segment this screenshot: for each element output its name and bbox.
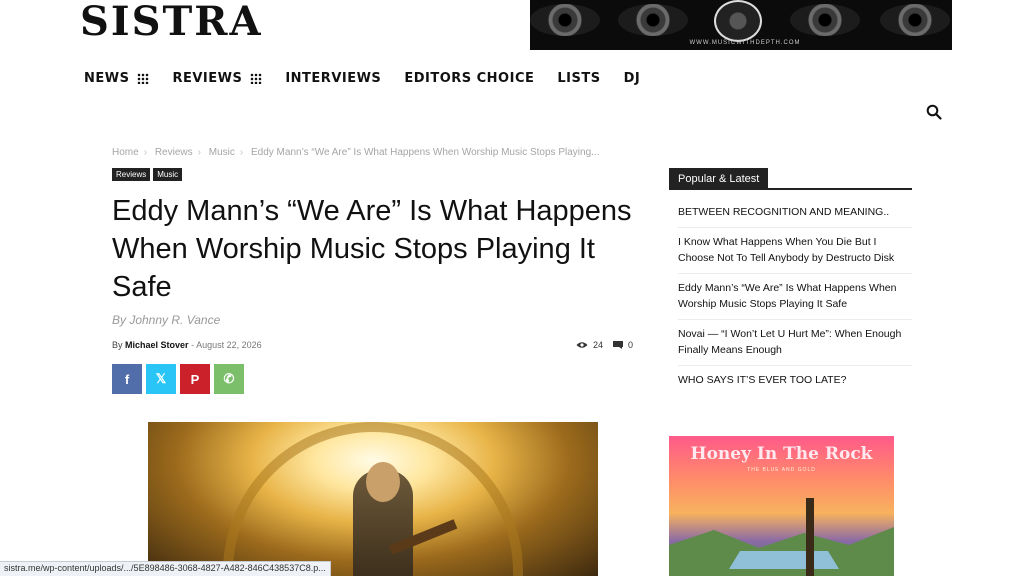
nav-interviews-label: INTERVIEWS [285,71,382,86]
whatsapp-icon: ✆ [223,371,235,386]
eye-image [880,4,950,36]
article-date: August 22, 2026 [196,340,262,350]
grid-menu-icon [250,73,263,84]
hero-head [366,462,400,502]
nav-lists-label: LISTS [557,71,601,86]
popular-item[interactable]: Novai — “I Won’t Let U Hurt Me”: When En… [678,320,912,366]
banner-url: WWW.MUSICWITHDEPTH.COM [689,40,801,46]
popular-latest-heading: Popular & Latest [669,168,912,190]
search-icon[interactable] [926,104,942,120]
breadcrumb-separator: › [239,147,244,158]
breadcrumb-current: Eddy Mann’s “We Are” Is What Happens Whe… [250,147,600,158]
popular-latest-label: Popular & Latest [669,168,769,190]
x-share-button[interactable]: 𝕏 [146,364,176,394]
popular-item[interactable]: WHO SAYS IT’S EVER TOO LATE? [678,366,912,395]
eye-icon [576,342,588,348]
ad-title: Honey In The Rock [690,444,873,464]
nav-reviews-label: REVIEWS [172,71,243,86]
tag-reviews[interactable]: Reviews [112,168,151,181]
pinterest-share-button[interactable]: P [180,364,210,394]
comment-icon [613,341,624,349]
x-icon: 𝕏 [155,371,167,386]
link-status-bar: sistra.me/wp-content/uploads/.../5E89848… [0,561,331,576]
article-byline: By Johnny R. Vance [112,313,221,327]
breadcrumb-separator: › [143,147,148,158]
author-link[interactable]: Michael Stover [125,340,189,350]
eye-image [790,4,860,36]
nav-reviews[interactable]: REVIEWS [172,71,263,86]
ad-guitar-neck [806,498,814,576]
popular-list: BETWEEN RECOGNITION AND MEANING.. I Know… [678,198,912,395]
article-title: Eddy Mann’s “We Are” Is What Happens Whe… [112,195,632,303]
nav-editors-choice[interactable]: EDITORS CHOICE [404,71,534,86]
article-hero-image[interactable] [148,422,598,576]
nav-editors-choice-label: EDITORS CHOICE [404,71,535,86]
facebook-share-button[interactable]: f [112,364,142,394]
article-stats: 24 0 [576,340,633,350]
share-buttons: f 𝕏 P ✆ [112,364,244,394]
grid-menu-icon [137,73,150,84]
article-meta: By Michael Stover - August 22, 2026 [112,340,262,350]
nav-dj[interactable]: DJ [624,71,641,86]
by-prefix: By [112,340,123,350]
nav-interviews[interactable]: INTERVIEWS [285,71,381,86]
popular-item[interactable]: BETWEEN RECOGNITION AND MEANING.. [678,198,912,228]
eye-image [530,4,600,36]
nav-news[interactable]: NEWS [84,71,150,86]
tag-music[interactable]: Music [153,168,183,181]
ad-river [729,551,839,569]
ad-subtitle: THE BLUE AND GOLD [747,467,816,473]
breadcrumb-music[interactable]: Music [209,147,235,158]
whatsapp-share-button[interactable]: ✆ [214,364,244,394]
views-count: 24 [576,340,603,350]
nav-lists[interactable]: LISTS [557,71,600,86]
eye-image [618,4,688,36]
nav-news-label: NEWS [84,71,130,86]
site-logo[interactable]: SISTRA [80,2,263,42]
tree-emblem-icon [714,0,762,42]
breadcrumb-home[interactable]: Home [112,147,139,158]
main-nav: NEWS REVIEWS INTERVIEWS EDITORS CHOICE L… [84,71,663,86]
breadcrumb-reviews[interactable]: Reviews [155,147,193,158]
sidebar-album-ad[interactable]: Honey In The Rock THE BLUE AND GOLD [669,436,894,576]
meta-separator: - [191,340,195,350]
facebook-icon: f [124,371,130,387]
header-banner-ad[interactable]: WWW.MUSICWITHDEPTH.COM [530,0,952,50]
nav-dj-label: DJ [623,71,641,86]
category-tags: Reviews Music [112,168,183,181]
comments-count[interactable]: 0 [613,340,633,350]
views-value: 24 [593,340,604,350]
popular-item[interactable]: Eddy Mann’s “We Are” Is What Happens Whe… [678,274,912,320]
breadcrumb: Home › Reviews › Music › Eddy Mann’s “We Ar… [112,147,604,158]
breadcrumb-separator: › [197,147,201,158]
popular-item[interactable]: I Know What Happens When You Die But I C… [678,228,912,274]
comments-value: 0 [628,340,634,350]
pinterest-icon: P [190,371,200,387]
